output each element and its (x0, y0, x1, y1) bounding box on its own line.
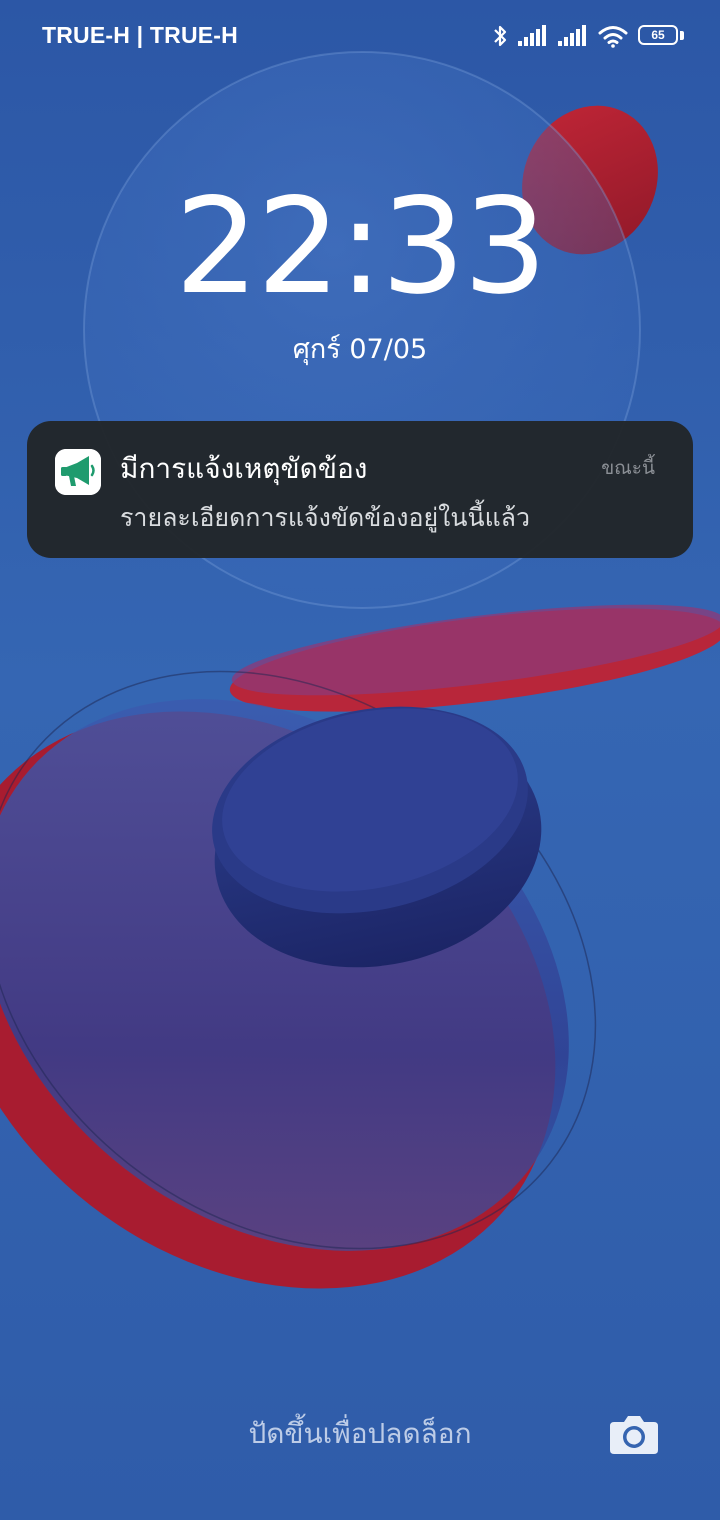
notification-time: ขณะนี้ (601, 457, 655, 479)
clock-separator: : (338, 170, 384, 324)
wifi-icon (598, 26, 628, 48)
clock-hours: 22 (174, 170, 341, 324)
signal-icon (518, 25, 546, 46)
battery-icon: 65 (638, 25, 684, 47)
battery-level: 65 (651, 28, 665, 42)
lockscreen-date: ศุกร์ 07/05 (292, 334, 428, 365)
notification-card[interactable]: มีการแจ้งเหตุขัดข้อง ขณะนี้ รายละเอียดกา… (27, 421, 693, 558)
notification-body: รายละเอียดการแจ้งขัดข้องอยู่ในนี้แล้ว (120, 503, 531, 532)
notification-title: มีการแจ้งเหตุขัดข้อง (120, 452, 368, 485)
bluetooth-icon (494, 25, 507, 47)
megaphone-icon (55, 449, 101, 495)
status-icons: 65 (492, 22, 684, 50)
carrier-label: TRUE-H | TRUE-H (42, 22, 238, 48)
signal-icon (558, 25, 586, 46)
status-bar: TRUE-H | TRUE-H 65 (0, 0, 720, 72)
camera-icon[interactable] (606, 1410, 662, 1458)
lockscreen-clock: 22:33 (0, 172, 720, 322)
clock-minutes: 33 (381, 170, 547, 324)
